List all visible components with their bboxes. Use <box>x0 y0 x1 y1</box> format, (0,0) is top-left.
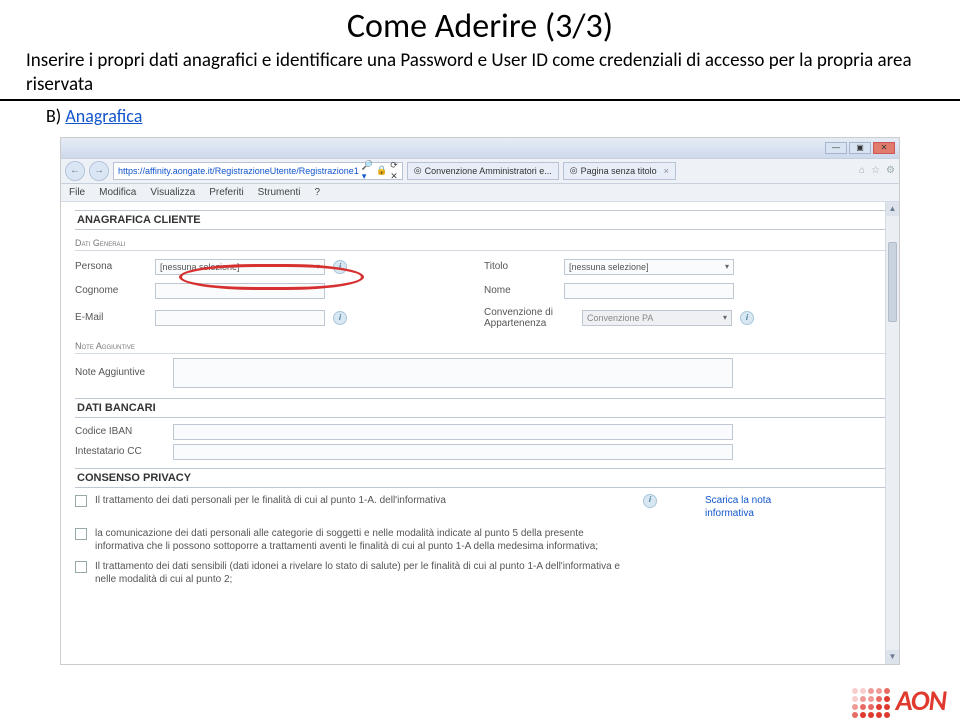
browser-toolbar: ← → https://affinity.aongate.it/Registra… <box>61 158 899 184</box>
privacy-text-3: Il trattamento dei dati sensibili (dati … <box>95 560 635 587</box>
browser-tab-1[interactable]: ◎ Convenzione Amministratori e... <box>407 162 559 180</box>
email-label: E-Mail <box>75 312 147 323</box>
tab-favicon-2: ◎ <box>570 165 578 176</box>
window-close-button[interactable]: ✕ <box>873 142 895 154</box>
tab-title-2: Pagina senza titolo <box>581 166 657 176</box>
intestatario-label: Intestatario CC <box>75 446 165 457</box>
window-titlebar: — ▣ ✕ <box>61 138 899 158</box>
search-icon: 🔎 ▾ <box>362 160 373 182</box>
aon-logo: AON <box>852 683 946 718</box>
address-bar[interactable]: https://affinity.aongate.it/Registrazion… <box>113 162 403 180</box>
scroll-down-button[interactable]: ▼ <box>886 650 899 664</box>
favorites-icon[interactable]: ☆ <box>871 165 880 176</box>
cognome-input[interactable] <box>155 283 325 299</box>
section-dati-bancari-title: DATI BANCARI <box>75 398 885 418</box>
subsection-dati-generali: Dati Generali <box>75 236 885 251</box>
url-text: https://affinity.aongate.it/Registrazion… <box>118 166 359 176</box>
titolo-label: Titolo <box>484 261 556 272</box>
browser-menubar: File Modifica Visualizza Preferiti Strum… <box>61 184 899 202</box>
titolo-select[interactable]: [nessuna selezione] <box>564 259 734 275</box>
scrollbar[interactable]: ▲ ▼ <box>885 202 899 664</box>
page-content: ▲ ▼ ANAGRAFICA CLIENTE Dati Generali Per… <box>61 202 899 664</box>
convenzione-label: Convenzione di Appartenenza <box>484 307 574 329</box>
window-minimize-button[interactable]: — <box>825 142 847 154</box>
note-label: Note Aggiuntive <box>75 367 165 378</box>
aon-logo-text: AON <box>896 683 946 718</box>
home-icon[interactable]: ⌂ <box>859 165 865 176</box>
ssl-lock-icon: 🔒 <box>376 165 387 176</box>
menu-tools[interactable]: Strumenti <box>258 187 301 198</box>
tab-close-icon[interactable]: × <box>664 166 669 176</box>
subsection-prefix: B) <box>46 105 65 127</box>
nav-forward-button[interactable]: → <box>89 161 109 181</box>
subsection-link: Anagrafica <box>65 105 142 127</box>
section-privacy-title: CONSENSO PRIVACY <box>75 468 885 488</box>
scroll-up-button[interactable]: ▲ <box>886 202 899 216</box>
cognome-label: Cognome <box>75 285 147 296</box>
menu-file[interactable]: File <box>69 187 85 198</box>
refresh-stop-icons: ⟳ ✕ <box>390 160 398 182</box>
menu-favorites[interactable]: Preferiti <box>209 187 243 198</box>
privacy-checkbox-2[interactable] <box>75 528 87 540</box>
convenzione-info-icon[interactable]: i <box>740 311 754 325</box>
privacy-download-link[interactable]: Scarica la nota informativa <box>705 494 815 521</box>
nome-input[interactable] <box>564 283 734 299</box>
subsection-note: Note Aggiuntive <box>75 339 885 354</box>
tab-favicon-1: ◎ <box>414 165 422 176</box>
nav-back-button[interactable]: ← <box>65 161 85 181</box>
scroll-thumb[interactable] <box>888 242 897 322</box>
menu-edit[interactable]: Modifica <box>99 187 136 198</box>
persona-info-icon[interactable]: i <box>333 260 347 274</box>
aon-logo-bubbles-icon <box>852 688 890 718</box>
email-info-icon[interactable]: i <box>333 311 347 325</box>
privacy-text-1: Il trattamento dei dati personali per le… <box>95 494 635 508</box>
privacy-row-1: Il trattamento dei dati personali per le… <box>75 494 885 521</box>
privacy-row-3: Il trattamento dei dati sensibili (dati … <box>75 560 885 587</box>
iban-input[interactable] <box>173 424 733 440</box>
privacy-checkbox-3[interactable] <box>75 561 87 573</box>
email-input[interactable] <box>155 310 325 326</box>
window-maximize-button[interactable]: ▣ <box>849 142 871 154</box>
browser-screenshot: — ▣ ✕ ← → https://affinity.aongate.it/Re… <box>60 137 900 665</box>
toolbar-right-icons: ⌂ ☆ ⚙ <box>859 165 895 176</box>
menu-view[interactable]: Visualizza <box>150 187 195 198</box>
privacy-checkbox-1[interactable] <box>75 495 87 507</box>
nome-label: Nome <box>484 285 556 296</box>
iban-label: Codice IBAN <box>75 426 165 437</box>
subsection-label: B) Anagrafica <box>0 101 960 133</box>
tab-title-1: Convenzione Amministratori e... <box>425 166 552 176</box>
section-anagrafica-title: ANAGRAFICA CLIENTE <box>75 210 885 230</box>
tools-icon[interactable]: ⚙ <box>886 165 895 176</box>
intro-text: Inserire i propri dati anagrafici e iden… <box>0 49 960 101</box>
browser-tab-2[interactable]: ◎ Pagina senza titolo × <box>563 162 676 180</box>
persona-label: Persona <box>75 261 147 272</box>
persona-select[interactable]: [nessuna selezione] <box>155 259 325 275</box>
privacy-info-icon[interactable]: i <box>643 494 657 508</box>
intestatario-input[interactable] <box>173 444 733 460</box>
convenzione-select[interactable]: Convenzione PA <box>582 310 732 326</box>
slide-title: Come Aderire (3/3) <box>0 0 960 49</box>
note-textarea[interactable] <box>173 358 733 388</box>
privacy-text-2: la comunicazione dei dati personali alle… <box>95 527 635 554</box>
menu-help[interactable]: ? <box>314 187 320 198</box>
privacy-row-2: la comunicazione dei dati personali alle… <box>75 527 885 554</box>
